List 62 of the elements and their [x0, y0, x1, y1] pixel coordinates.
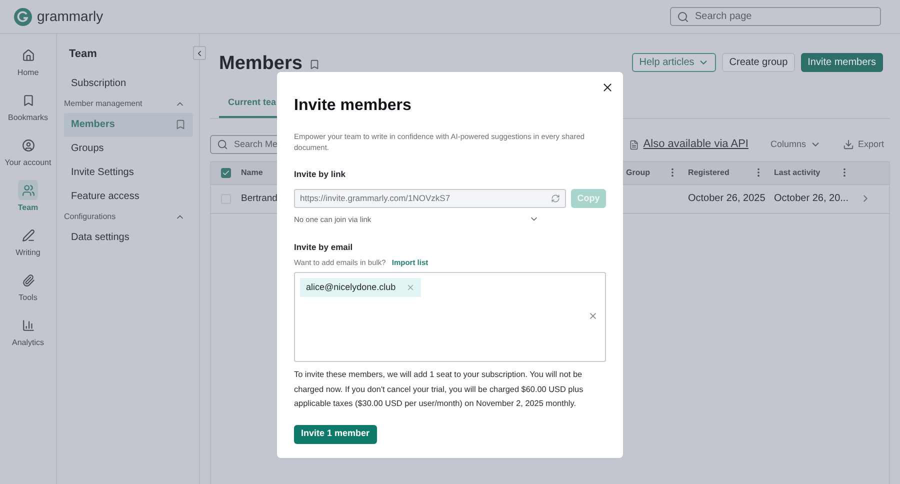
dialog-title: Invite members [294, 96, 412, 116]
nav-icon [22, 138, 34, 152]
column-header: Registered [688, 166, 730, 178]
refresh-icon[interactable] [551, 194, 560, 203]
chevron-left-icon [195, 48, 204, 58]
close-icon [600, 80, 614, 94]
document-icon [629, 140, 640, 150]
email-chip: alice@nicelydone.club [300, 278, 421, 297]
billing-notice: To invite these members, we will add 1 seat to your subscription. You will not be charged now. If you don't cancel your trial, you will be charged $60.00 USD plus applicable taxes ($30.00 USD per user/month) on November 2, 2025 monthly. [294, 369, 584, 410]
nav-item[interactable]: Analytics [0, 314, 56, 357]
section-label: Configurations [64, 211, 116, 223]
nav-item[interactable]: Tools [0, 269, 56, 312]
table-cell-text: October 26, 2025 [688, 192, 766, 206]
nav-item[interactable]: Home [0, 44, 56, 87]
columns-button[interactable]: Columns [770, 138, 821, 152]
invite-member-button[interactable]: Invite 1 member [294, 424, 377, 444]
bookmark-icon[interactable] [309, 58, 320, 70]
table-cell: Bertrand [241, 192, 278, 204]
invite-members-button[interactable]: Invite members [800, 53, 883, 72]
nav-item[interactable]: Team [0, 179, 56, 222]
section-label: Member management [64, 98, 142, 110]
search-field[interactable]: Search page [670, 7, 881, 26]
column-header: Last activity [774, 166, 820, 178]
clear-icon[interactable] [588, 311, 598, 321]
check-icon [222, 168, 230, 176]
nav-icon [22, 48, 34, 62]
link-label: Invite by link [294, 168, 346, 181]
api-link[interactable]: Also available via API [643, 136, 748, 153]
nav-icon [22, 228, 34, 242]
nav-item[interactable]: Bookmarks [0, 89, 56, 132]
nav-icon [22, 274, 34, 286]
nav-item[interactable]: Writing [0, 224, 56, 267]
app-name: grammarly [37, 7, 104, 26]
nav-item[interactable]: Your account [0, 134, 56, 177]
sidebar-item[interactable]: Invite Settings [64, 160, 193, 184]
nav-icon [22, 94, 34, 106]
invite-link-field[interactable]: https://invite.grammarly.com/1NOVzkS7 [294, 188, 566, 208]
remove-icon[interactable] [406, 283, 415, 292]
collapse-sidebar-button[interactable] [193, 46, 206, 60]
sidebar-item[interactable]: Data settings [64, 226, 193, 250]
create-group-button[interactable]: Create group [722, 53, 795, 72]
email-label: Invite by email [294, 241, 354, 254]
table-cell-text: October 26, 20... [774, 192, 850, 206]
export-button[interactable]: Export [842, 138, 884, 152]
page-title: Members [219, 52, 302, 76]
bookmark-icon [175, 119, 186, 130]
sidebar-item[interactable]: Groups [64, 136, 193, 160]
logo-icon [14, 8, 32, 26]
download-icon [842, 139, 854, 150]
sidebar-item[interactable]: Feature access [64, 184, 193, 208]
nav-icon [22, 318, 34, 332]
nav-icon [22, 184, 34, 196]
column-header: Group [626, 166, 650, 178]
column-header: Name [241, 168, 263, 176]
select-all-checkbox[interactable] [221, 168, 231, 178]
search-icon [677, 10, 689, 22]
sidebar-title: Team [69, 47, 98, 62]
search-icon [217, 139, 228, 150]
help-articles-button[interactable]: Help articles [632, 53, 716, 72]
sidebar-item[interactable]: Members [64, 112, 193, 136]
sidebar-item[interactable]: Subscription [64, 72, 193, 96]
email-field[interactable]: alice@nicelydone.club [294, 272, 606, 362]
